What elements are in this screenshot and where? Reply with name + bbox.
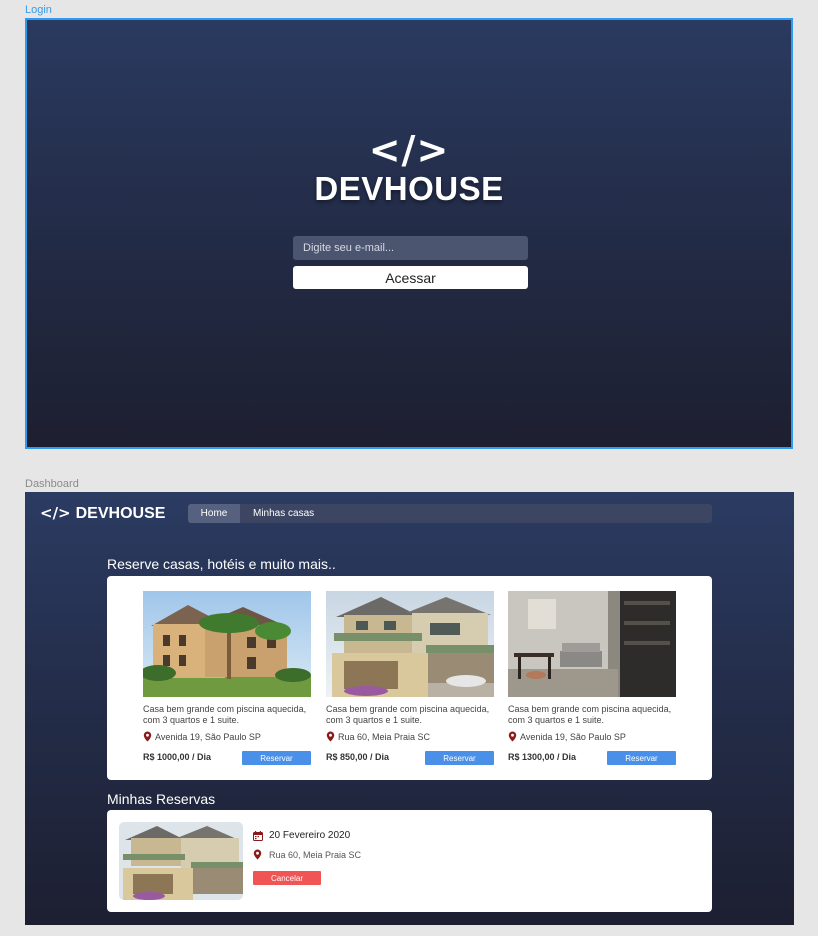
reservations-panel: 20 Fevereiro 2020 Rua 60, Meia Praia SC …	[107, 810, 712, 912]
house-card: Casa bem grande com piscina aquecida, co…	[326, 591, 494, 765]
house-photo[interactable]	[143, 591, 311, 697]
house-description: Casa bem grande com piscina aquecida, co…	[508, 704, 672, 725]
dashboard-screen: </> DEVHOUSE Home Minhas casas Reserve ca…	[25, 492, 794, 925]
house-description: Casa bem grande com piscina aquecida, co…	[326, 704, 490, 725]
location-pin-icon	[326, 731, 335, 742]
house-address: Avenida 19, São Paulo SP	[155, 731, 261, 742]
house-price: R$ 850,00 / Dia	[326, 752, 390, 762]
access-button[interactable]: Acessar	[293, 266, 528, 289]
house-location: Rua 60, Meia Praia SC	[326, 731, 494, 742]
reservation-photo[interactable]	[119, 822, 243, 900]
navbar: Home Minhas casas	[188, 504, 712, 523]
cancel-button[interactable]: Cancelar	[253, 871, 321, 885]
login-screen: </> DEVHOUSE Acessar	[25, 18, 793, 449]
house-card: Casa bem grande com piscina aquecida, co…	[508, 591, 676, 765]
house-card: Casa bem grande com piscina aquecida, co…	[143, 591, 311, 765]
house-price: R$ 1000,00 / Dia	[143, 752, 212, 762]
brand-text: DEVHOUSE	[75, 505, 166, 522]
reserve-button[interactable]: Reservar	[425, 751, 494, 765]
reserve-button[interactable]: Reservar	[242, 751, 311, 765]
code-logo-icon: </>	[368, 128, 450, 172]
reservations-title: Minhas Reservas	[107, 791, 216, 807]
email-field[interactable]	[293, 236, 528, 260]
house-address: Avenida 19, São Paulo SP	[520, 731, 626, 742]
reservation-location: Rua 60, Meia Praia SC	[253, 849, 361, 860]
dashboard-frame-label: Dashboard	[25, 478, 79, 490]
houses-panel: Casa bem grande com piscina aquecida, co…	[107, 576, 712, 780]
house-address: Rua 60, Meia Praia SC	[338, 731, 431, 742]
reservation-info: 20 Fevereiro 2020 Rua 60, Meia Praia SC	[253, 830, 361, 860]
calendar-icon	[253, 830, 263, 841]
location-pin-icon	[143, 731, 152, 742]
house-photo[interactable]	[326, 591, 494, 697]
reservation-date: 20 Fevereiro 2020	[269, 830, 351, 841]
location-pin-icon	[508, 731, 517, 742]
brand[interactable]: </> DEVHOUSE	[40, 504, 165, 523]
house-photo[interactable]	[508, 591, 676, 697]
location-pin-icon	[253, 849, 262, 860]
nav-minhas-casas[interactable]: Minhas casas	[253, 504, 314, 523]
logo-text: DEVHOUSE	[314, 170, 504, 207]
section-title: Reserve casas, hotéis e muito mais..	[107, 556, 336, 572]
house-location: Avenida 19, São Paulo SP	[508, 731, 676, 742]
code-logo-icon: </>	[40, 504, 71, 522]
nav-home[interactable]: Home	[188, 504, 240, 523]
house-location: Avenida 19, São Paulo SP	[143, 731, 311, 742]
reservation-date-row: 20 Fevereiro 2020	[253, 830, 361, 841]
reserve-button[interactable]: Reservar	[607, 751, 676, 765]
house-description: Casa bem grande com piscina aquecida, co…	[143, 704, 307, 725]
house-price: R$ 1300,00 / Dia	[508, 752, 577, 762]
reservation-address: Rua 60, Meia Praia SC	[269, 849, 362, 860]
login-frame-label: Login	[25, 4, 52, 16]
